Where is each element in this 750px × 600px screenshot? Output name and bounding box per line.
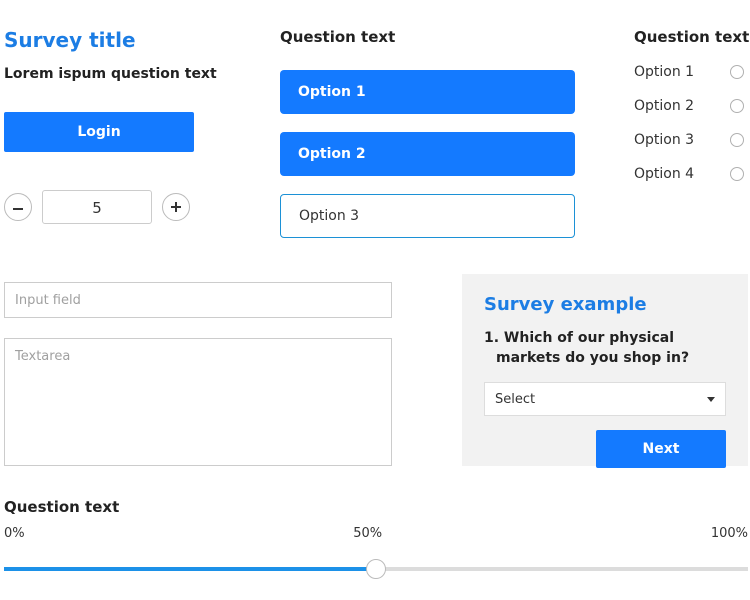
radio-icon <box>730 65 744 79</box>
percentage-slider[interactable] <box>4 559 748 579</box>
plus-icon <box>171 202 181 212</box>
option-button-1[interactable]: Option 1 <box>280 70 575 114</box>
select-dropdown[interactable]: Select <box>484 382 726 416</box>
radio-label: Option 4 <box>634 166 694 182</box>
option-button-3[interactable]: Option 3 <box>280 194 575 238</box>
slider-labels: 0% 50% 100% <box>4 526 748 541</box>
select-value: Select <box>495 392 535 407</box>
option-button-2[interactable]: Option 2 <box>280 132 575 176</box>
slider-thumb[interactable] <box>366 559 386 579</box>
radio-option-1[interactable]: Option 1 <box>634 64 744 80</box>
question-text-buttons: Question text <box>280 28 575 46</box>
radio-option-3[interactable]: Option 3 <box>634 132 744 148</box>
question-lorem-text: Lorem ispum question text <box>4 66 228 82</box>
slider-min-label: 0% <box>4 526 25 541</box>
stepper-value[interactable]: 5 <box>42 190 152 224</box>
input-field[interactable] <box>4 282 392 318</box>
radio-icon <box>730 99 744 113</box>
slider-question-text: Question text <box>4 498 748 516</box>
textarea[interactable] <box>4 338 392 466</box>
slider-max-label: 100% <box>711 526 748 541</box>
survey-example-title: Survey example <box>484 294 726 315</box>
radio-label: Option 3 <box>634 132 694 148</box>
radio-label: Option 2 <box>634 98 694 114</box>
radio-option-2[interactable]: Option 2 <box>634 98 744 114</box>
radio-option-4[interactable]: Option 4 <box>634 166 744 182</box>
question-text-radios: Question text <box>634 28 744 46</box>
minus-icon <box>13 205 23 210</box>
stepper-plus-button[interactable] <box>162 193 190 221</box>
radio-icon <box>730 167 744 181</box>
login-button[interactable]: Login <box>4 112 194 152</box>
survey-example-card: Survey example 1. Which of our physical … <box>462 274 748 466</box>
number-stepper: 5 <box>4 190 228 224</box>
survey-example-question: 1. Which of our physical markets do you … <box>484 329 726 368</box>
slider-mid-label: 50% <box>353 526 382 541</box>
chevron-down-icon <box>707 397 715 402</box>
slider-fill <box>4 567 376 571</box>
stepper-minus-button[interactable] <box>4 193 32 221</box>
radio-icon <box>730 133 744 147</box>
next-button[interactable]: Next <box>596 430 726 468</box>
radio-label: Option 1 <box>634 64 694 80</box>
survey-title: Survey title <box>4 28 228 52</box>
